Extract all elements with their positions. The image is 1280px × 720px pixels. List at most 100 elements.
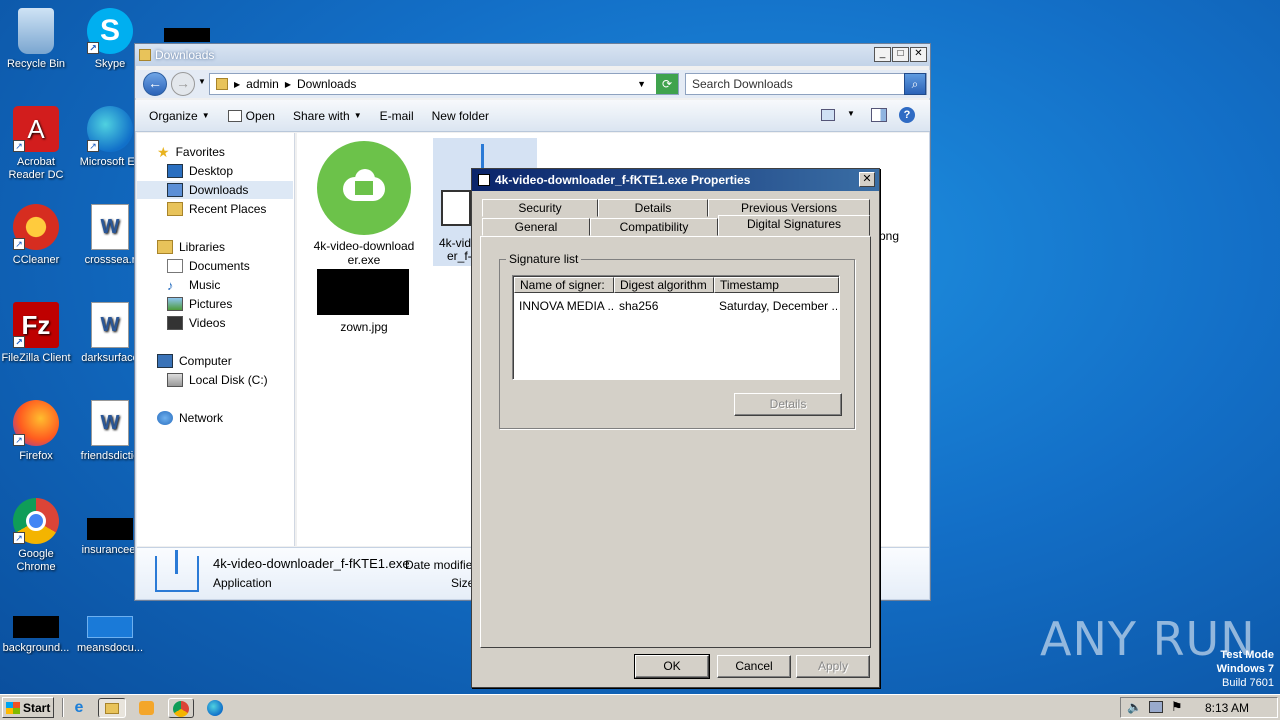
nav-local-disk[interactable]: Local Disk (C:) [167, 371, 268, 389]
desktop-icon-chrome[interactable]: ↗ Google Chrome [0, 498, 74, 574]
nav-music[interactable]: ♪ Music [167, 276, 220, 294]
file-item-4k-video-downloader[interactable]: 4k-video-download er.exe [309, 141, 419, 267]
internet-explorer-icon[interactable]: e [68, 698, 90, 718]
dialog-title: 4k-video-downloader_f-fKTE1.exe Properti… [495, 173, 751, 187]
star-icon: ★ [157, 143, 170, 160]
nav-libraries[interactable]: Libraries [157, 238, 225, 256]
media-player-icon[interactable] [136, 698, 158, 718]
explorer-taskbar-icon[interactable] [98, 698, 126, 718]
organize-button[interactable]: Organize ▼ [149, 109, 210, 123]
signature-list-group: Signature list Name of signer: Digest al… [499, 252, 855, 429]
address-bar[interactable]: ▶ admin ▶ Downloads ▼ ⟳ [209, 73, 679, 95]
tab-digital-signatures[interactable]: Digital Signatures [718, 215, 870, 236]
nav-pictures[interactable]: Pictures [167, 295, 232, 313]
desktop-icon-ccleaner[interactable]: ↗ CCleaner [0, 204, 74, 267]
ok-button[interactable]: OK [634, 654, 710, 679]
apply-button[interactable]: Apply [796, 655, 870, 678]
close-button[interactable]: ✕ [910, 47, 927, 62]
volume-icon[interactable]: 🔈 [1127, 700, 1142, 714]
cancel-button[interactable]: Cancel [717, 655, 791, 678]
signer-name[interactable]: INNOVA MEDIA ... [519, 299, 613, 313]
explorer-titlebar[interactable]: Downloads [135, 44, 930, 66]
digest-algorithm[interactable]: sha256 [619, 299, 713, 313]
nav-documents[interactable]: Documents [167, 257, 250, 275]
recent-pages-dropdown-icon[interactable]: ▼ [198, 77, 206, 86]
file-item-zown-jpg[interactable]: zown.jpg [317, 269, 411, 334]
nav-downloads[interactable]: Downloads [137, 181, 293, 199]
minimize-button[interactable]: _ [874, 47, 891, 62]
nav-videos[interactable]: Videos [167, 314, 225, 332]
desktop-icon-meansdocu[interactable]: meansdocu... [72, 596, 148, 655]
music-icon: ♪ [167, 278, 174, 293]
refresh-icon[interactable]: ⟳ [656, 74, 678, 94]
desktop-icon-acrobat[interactable]: A ↗ Acrobat Reader DC [0, 106, 74, 182]
tab-general[interactable]: General [482, 218, 590, 236]
search-icon[interactable]: ⌕ [904, 73, 926, 95]
tab-security[interactable]: Security [482, 199, 598, 217]
desktop-icon-firefox[interactable]: ↗ Firefox [0, 400, 74, 463]
help-icon[interactable]: ? [899, 107, 915, 123]
details-type: Application [213, 576, 272, 590]
desktop-icon-recycle-bin[interactable]: Recycle Bin [0, 8, 74, 71]
column-timestamp[interactable]: Timestamp [714, 277, 839, 293]
recent-places-icon [167, 202, 183, 216]
chrome-icon: ↗ [13, 498, 59, 544]
firefox-icon: ↗ [13, 400, 59, 446]
nav-recent-places[interactable]: Recent Places [167, 200, 266, 218]
windows-logo-icon [6, 701, 20, 714]
details-filename: 4k-video-downloader_f-fKTE1.exe [213, 556, 410, 571]
back-button[interactable]: ← [143, 72, 167, 96]
new-folder-button[interactable]: New folder [432, 109, 489, 123]
breadcrumb-admin[interactable]: admin [246, 77, 279, 91]
shortcut-arrow-icon: ↗ [13, 336, 25, 348]
preview-pane-icon[interactable] [871, 108, 887, 122]
breadcrumb-separator-icon: ▶ [284, 79, 291, 89]
nav-favorites[interactable]: ★ Favorites [157, 143, 225, 161]
edge-taskbar-icon[interactable] [204, 698, 226, 718]
acrobat-icon: A ↗ [13, 106, 59, 152]
search-input[interactable]: Search Downloads [685, 73, 927, 95]
dialog-titlebar[interactable]: 4k-video-downloader_f-fKTE1.exe Properti… [472, 169, 879, 191]
folder-icon [216, 78, 228, 90]
black-file-thumbnail [13, 616, 59, 638]
dialog-close-button[interactable]: ✕ [859, 172, 875, 187]
column-digest-algorithm[interactable]: Digest algorithm [614, 277, 714, 293]
nav-desktop[interactable]: Desktop [167, 162, 233, 180]
edge-icon: ↗ [87, 106, 133, 152]
clock[interactable]: 8:13 AM [1205, 701, 1249, 715]
tab-compatibility[interactable]: Compatibility [590, 218, 718, 236]
action-center-flag-icon[interactable]: ⚑ [1171, 699, 1183, 715]
timestamp[interactable]: Saturday, December ... [719, 299, 837, 313]
open-button[interactable]: Open [227, 109, 275, 123]
address-dropdown-icon[interactable]: ▼ [637, 79, 646, 89]
change-view-icon[interactable] [821, 109, 835, 121]
videos-icon [167, 316, 183, 330]
chrome-taskbar-icon[interactable] [168, 698, 194, 718]
maximize-button[interactable]: □ [892, 47, 909, 62]
column-name-of-signer[interactable]: Name of signer: [514, 277, 614, 293]
view-dropdown-icon[interactable]: ▼ [847, 109, 855, 118]
drive-icon [167, 373, 183, 387]
nav-computer[interactable]: Computer [157, 352, 232, 370]
desktop-icon-background[interactable]: background... [0, 596, 74, 655]
email-button[interactable]: E-mail [380, 109, 414, 123]
signature-list[interactable]: Name of signer: Digest algorithm Timesta… [512, 275, 840, 380]
forward-button[interactable]: → [171, 72, 195, 96]
details-button[interactable]: Details [734, 393, 842, 416]
tab-details[interactable]: Details [598, 199, 708, 217]
taskbar: Start e 🔈 ⚑ 8:13 AM [0, 694, 1280, 720]
desktop-icon-filezilla[interactable]: Fz ↗ FileZilla Client [0, 302, 74, 365]
breadcrumb-downloads[interactable]: Downloads [297, 77, 356, 91]
file-name: zown.jpg [340, 320, 388, 334]
4k-video-downloader-icon [317, 141, 411, 235]
network-tray-icon[interactable] [1149, 701, 1163, 713]
start-button[interactable]: Start [2, 697, 54, 718]
pictures-icon [167, 297, 183, 311]
nav-network[interactable]: Network [157, 409, 223, 427]
documents-icon [167, 259, 183, 273]
share-with-button[interactable]: Share with ▼ [293, 109, 362, 123]
shortcut-arrow-icon: ↗ [87, 42, 99, 54]
dropdown-arrow-icon: ▼ [201, 111, 210, 120]
file-item-png[interactable]: png [879, 229, 909, 243]
test-mode-watermark: Test Mode Windows 7 Build 7601 [1216, 649, 1274, 689]
